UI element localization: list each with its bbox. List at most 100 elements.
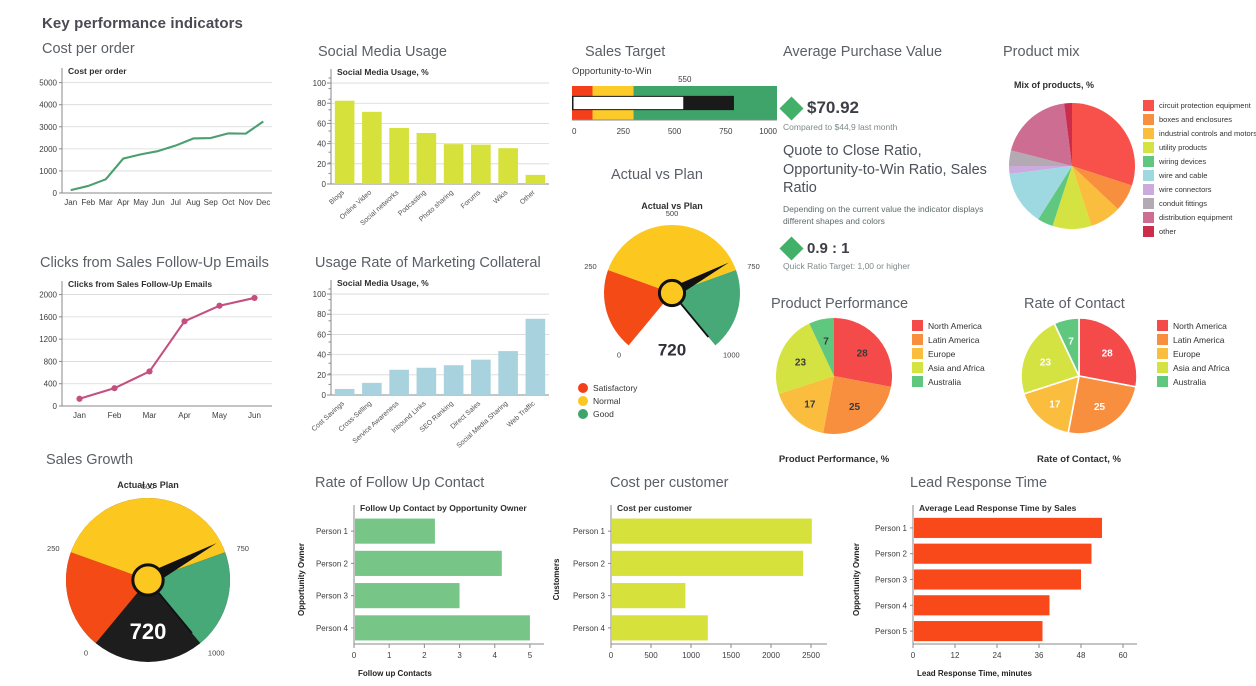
y-axis-tick: Person 2 (573, 559, 606, 568)
bar (389, 369, 409, 395)
kpi-ratio-target: Quick Ratio Target: 1,00 or higher (783, 260, 910, 271)
legend-label: other (1159, 227, 1177, 236)
y-axis-tick: 40 (317, 351, 326, 360)
legend-label: Asia and Africa (1173, 362, 1230, 373)
pie-slice-label: 25 (1094, 402, 1106, 413)
y-axis-tick: 5000 (39, 79, 57, 88)
x-axis-tick: 500 (668, 127, 682, 136)
panel-title-sales-growth: Sales Growth (46, 452, 134, 468)
legend-label: North America (1173, 320, 1227, 331)
gauge-tick-label: 1000 (208, 648, 225, 657)
bar (355, 583, 460, 609)
legend-item: wire and cable (1143, 170, 1256, 181)
legend-item: industrial controls and motors (1143, 128, 1256, 139)
legend-swatch (1157, 376, 1168, 387)
x-axis-tick: Jan (73, 411, 86, 420)
legend-item: wiring devices (1143, 156, 1256, 167)
bar (525, 318, 546, 395)
chart-rate-followup-contact: 0 1 2 3 4 5 Person 1 Person 2 Person 3 Person 4 Fo… (292, 493, 552, 683)
y-axis-tick: 1000 (39, 167, 57, 176)
legend-label: North America (928, 320, 982, 331)
y-axis-tick: 20 (317, 371, 326, 380)
page-title: Key performance indicators (42, 15, 243, 32)
legend-label: Normal (593, 396, 621, 406)
gauge-tick-label: 750 (747, 262, 760, 271)
legend-item: Europe (1157, 348, 1230, 359)
legend-swatch (1157, 320, 1168, 331)
y-axis-tick: Person 4 (316, 624, 349, 633)
legend-label: wire connectors (1159, 185, 1212, 194)
dashboard-page: Key performance indicators Cost per orde… (0, 0, 1256, 686)
chart-actual-vs-plan: 0 250 500 750 1000 720 Actual vs Plan (565, 195, 780, 385)
legend-swatch (1143, 156, 1154, 167)
x-axis-tick: May (212, 411, 227, 420)
gauge-tick-label: 250 (47, 544, 60, 553)
bar (334, 388, 355, 395)
chart-subtitle: Cost per customer (617, 503, 693, 513)
x-axis-tick: Jul (171, 198, 181, 207)
legend-label: Australia (928, 376, 962, 387)
legend-swatch (1157, 362, 1168, 373)
pie-slice-label: 23 (795, 357, 807, 368)
y-axis-tick: 4000 (39, 101, 57, 110)
x-axis-tick: 0 (352, 651, 357, 660)
legend-swatch (1143, 170, 1154, 181)
legend-label: conduit fittings (1159, 199, 1207, 208)
x-axis-tick: 1000 (759, 127, 777, 136)
y-axis-tick: 60 (317, 330, 326, 339)
chart-social-media-usage: 0 20 40 60 80 100 Blogs Online Video Social netw… (305, 62, 555, 247)
chart-subtitle: Social Media Usage, % (337, 67, 429, 77)
legend-swatch (912, 362, 923, 373)
kpi-description: Depending on the current value the indic… (783, 203, 984, 226)
legend-product-mix: circuit protection equipment boxes and en… (1143, 100, 1256, 240)
legend-label: distribution equipment (1159, 213, 1233, 222)
x-axis-tick: Mar (99, 198, 113, 207)
bar (914, 595, 1050, 616)
bar (355, 518, 435, 544)
x-axis-tick: Jun (248, 411, 261, 420)
x-axis-tick: 3 (457, 651, 462, 660)
x-axis-tick: Feb (108, 411, 122, 420)
bar (914, 517, 1102, 538)
chart-subtitle: Social Media Usage, % (337, 278, 429, 288)
chart-subtitle: Cost per order (68, 66, 127, 76)
y-axis-tick: 60 (317, 119, 326, 128)
y-axis-tick: 80 (317, 99, 326, 108)
pie-slice-label: 17 (804, 399, 816, 410)
bar (498, 148, 518, 184)
chart-subtitle: Mix of products, % (1014, 80, 1094, 90)
pie-slice-label: 7 (1068, 336, 1074, 347)
legend-swatch (1143, 226, 1154, 237)
legend-label: Latin America (928, 334, 980, 345)
panel-title-average-purchase-value: Average Purchase Value (783, 44, 943, 60)
x-axis-tick: Mar (143, 411, 157, 420)
y-axis-tick: 2000 (39, 145, 57, 154)
pie-slice-label: 28 (857, 349, 869, 360)
x-axis-tick: Dec (256, 198, 270, 207)
x-axis-tick: Feb (81, 198, 95, 207)
bullet-marker-bar (573, 96, 684, 110)
x-axis-tick: Jun (152, 198, 165, 207)
y-axis-tick: 0 (322, 391, 327, 400)
y-axis-tick: Person 3 (875, 576, 908, 585)
legend-label: industrial controls and motors (1159, 129, 1256, 138)
legend-swatch (1143, 100, 1154, 111)
x-axis-tick: 0 (609, 651, 614, 660)
legend-swatch (1143, 212, 1154, 223)
x-axis-tick: 1 (387, 651, 392, 660)
gauge-hub (657, 278, 687, 308)
bar (389, 127, 409, 184)
legend-item: Satisfactory (578, 383, 637, 393)
bar (362, 382, 382, 395)
legend-item: wire connectors (1143, 184, 1256, 195)
y-axis-label: Customers (552, 558, 561, 600)
y-axis-tick: 100 (313, 79, 327, 88)
legend-swatch (912, 334, 923, 345)
legend-rate-of-contact: North America Latin America Europe Asia and… (1157, 320, 1230, 390)
diamond-ratio-icon (779, 236, 804, 261)
x-axis-tick: 2500 (802, 651, 820, 660)
x-axis-tick: 60 (1119, 651, 1128, 660)
x-axis-tick: Service Awareness (352, 400, 401, 445)
x-axis-tick: 1500 (722, 651, 740, 660)
y-axis-tick: 400 (44, 380, 58, 389)
